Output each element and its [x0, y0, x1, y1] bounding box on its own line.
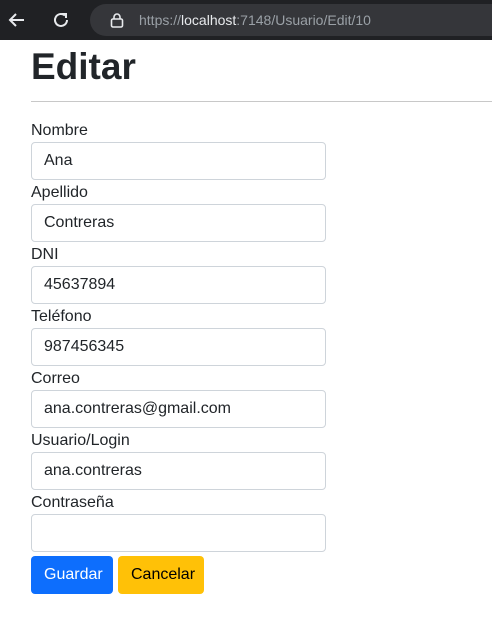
browser-toolbar: https://localhost:7148/Usuario/Edit/10: [0, 0, 492, 40]
dni-label: DNI: [31, 246, 59, 263]
url-scheme: https://: [139, 12, 182, 28]
address-bar[interactable]: https://localhost:7148/Usuario/Edit/10: [90, 4, 492, 36]
contrasena-input[interactable]: [31, 514, 326, 552]
dni-input[interactable]: [31, 266, 326, 304]
contrasena-label: Contraseña: [31, 494, 114, 511]
title-divider: [31, 101, 492, 102]
url-host: localhost: [181, 12, 237, 28]
save-button[interactable]: Guardar: [31, 556, 113, 594]
telefono-input[interactable]: [31, 328, 326, 366]
apellido-label: Apellido: [31, 184, 88, 201]
nombre-label: Nombre: [31, 122, 88, 139]
usuario-login-label: Usuario/Login: [31, 432, 130, 449]
form-actions: Guardar Cancelar: [31, 556, 331, 594]
reload-icon[interactable]: [50, 9, 72, 31]
cancel-button[interactable]: Cancelar: [118, 556, 204, 594]
page-content: Editar Nombre Apellido DNI Teléfono Corr…: [31, 40, 492, 594]
back-arrow-icon[interactable]: [6, 9, 28, 31]
lock-icon[interactable]: [110, 12, 124, 28]
nombre-input[interactable]: [31, 142, 326, 180]
url-path: :7148/Usuario/Edit/10: [236, 12, 371, 28]
usuario-login-input[interactable]: [31, 452, 326, 490]
page-title: Editar: [31, 46, 136, 87]
correo-input[interactable]: [31, 390, 326, 428]
telefono-label: Teléfono: [31, 308, 92, 325]
apellido-input[interactable]: [31, 204, 326, 242]
correo-label: Correo: [31, 370, 80, 387]
edit-user-form: Nombre Apellido DNI Teléfono Correo Usua…: [31, 122, 331, 594]
url-text[interactable]: https://localhost:7148/Usuario/Edit/10: [139, 12, 371, 28]
